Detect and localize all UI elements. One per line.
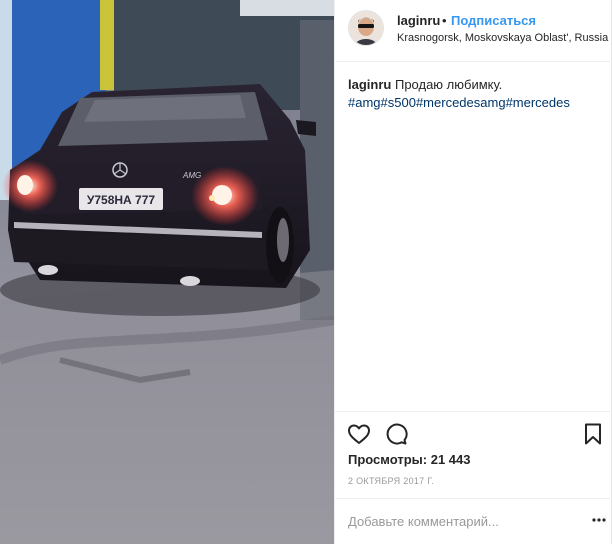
post-date[interactable]: 2 ОКТЯБРЯ 2017 Г.: [348, 476, 434, 486]
post-caption: laginru Продаю любимку. #amg#s500#merced…: [348, 76, 603, 112]
comment-icon[interactable]: [384, 422, 408, 446]
hashtag-link[interactable]: #mercedesamg: [416, 95, 506, 110]
hashtag-link[interactable]: #amg: [348, 95, 381, 110]
hashtag-link[interactable]: #mercedes: [506, 95, 570, 110]
comment-section: [335, 498, 612, 544]
views-number: 21 443: [430, 452, 471, 467]
more-options-icon[interactable]: [591, 512, 607, 528]
video-frame: У758НА 777 AMG: [0, 0, 334, 544]
hashtags: #amg#s500#mercedesamg#mercedes: [348, 95, 570, 110]
user-avatar-image: [349, 11, 383, 45]
username-link[interactable]: laginru: [397, 13, 440, 28]
bookmark-icon[interactable]: [581, 422, 605, 446]
caption-text: Продаю любимку.: [394, 77, 503, 92]
location-link[interactable]: Krasnogorsk, Moskovskaya Oblast', Russia: [397, 32, 608, 44]
caption-username[interactable]: laginru: [348, 77, 391, 92]
post-header: laginru • Подписаться Krasnogorsk, Mosko…: [335, 0, 612, 62]
action-bar: [335, 411, 612, 455]
post-video[interactable]: У758НА 777 AMG: [0, 0, 334, 544]
avatar[interactable]: [348, 10, 384, 46]
view-count[interactable]: Просмотры: 21 443: [348, 452, 470, 467]
comment-input[interactable]: [348, 509, 578, 533]
views-label: Просмотры:: [348, 452, 428, 467]
hashtag-link[interactable]: #s500: [381, 95, 416, 110]
follow-button[interactable]: Подписаться: [451, 13, 536, 28]
license-plate-text: У758НА 777: [87, 193, 156, 207]
post-side-panel: laginru • Подписаться Krasnogorsk, Mosko…: [334, 0, 612, 544]
instagram-post: У758НА 777 AMG laginru • Подписаться Kra…: [0, 0, 612, 544]
separator-dot: •: [442, 13, 447, 28]
heart-icon[interactable]: [347, 422, 371, 446]
